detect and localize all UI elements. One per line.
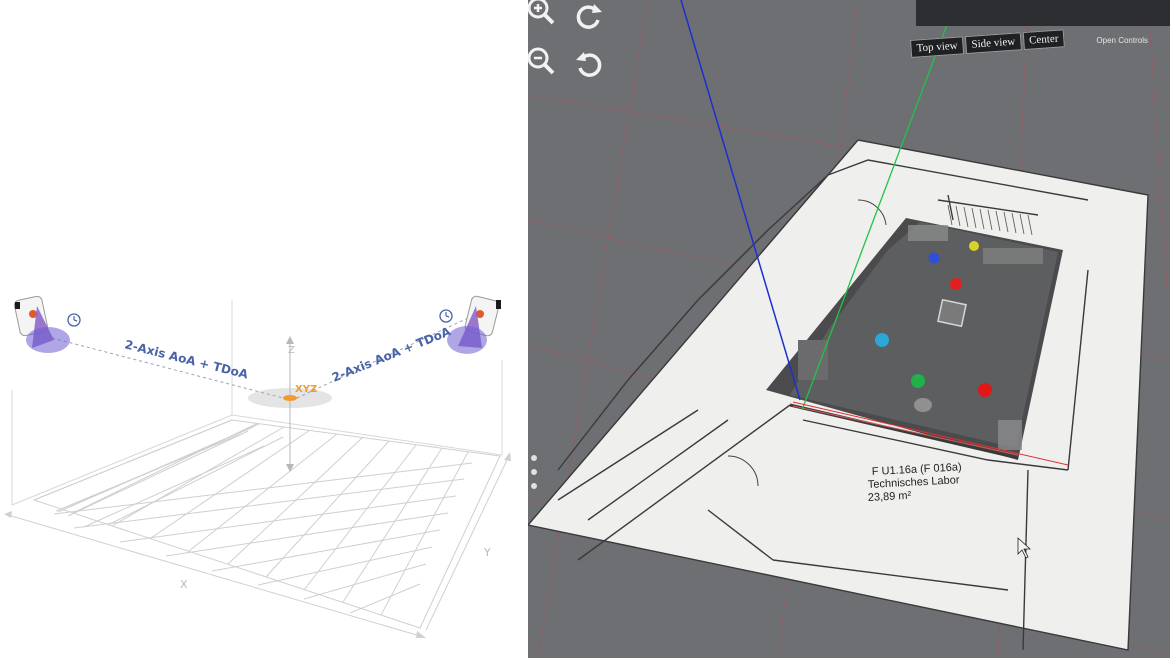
top-view-button[interactable]: Top view bbox=[910, 36, 965, 58]
diagram-canvas: X Y Z XYZ 2-Axis AoA + TDoA 2-Axis AoA +… bbox=[4, 295, 511, 638]
center-button[interactable]: Center bbox=[1022, 29, 1066, 51]
x-axis-arrowhead-left bbox=[4, 511, 12, 518]
marker-yellow bbox=[969, 241, 979, 251]
rotate-ccw-icon[interactable] bbox=[572, 48, 606, 82]
z-axis-label: Z bbox=[288, 345, 295, 356]
marker-red-bottom bbox=[978, 383, 992, 397]
floor-edge-right bbox=[231, 414, 503, 456]
y-axis-arrowhead bbox=[504, 452, 511, 461]
y-axis-arrow bbox=[425, 457, 509, 631]
left-clock-icon bbox=[67, 313, 81, 327]
marker-green bbox=[911, 374, 925, 388]
target-label: XYZ bbox=[295, 384, 317, 395]
target-point bbox=[283, 395, 297, 401]
z-axis-arrowhead-top bbox=[286, 336, 294, 344]
right-link-label: 2-Axis AoA + TDoA bbox=[330, 324, 453, 385]
x-axis-label: X bbox=[180, 578, 188, 591]
side-menu-handle[interactable] bbox=[528, 448, 542, 504]
left-link-label: 2-Axis AoA + TDoA bbox=[123, 337, 250, 381]
marker-red-top bbox=[950, 278, 962, 290]
floor-grid bbox=[32, 419, 501, 629]
x-axis-arrow bbox=[7, 514, 421, 637]
rotate-cw-icon[interactable] bbox=[572, 0, 606, 34]
3d-viewer[interactable]: F U1.16a (F 016a) Technisches Labor 23,8… bbox=[528, 0, 1170, 658]
zoom-out-icon[interactable] bbox=[528, 44, 558, 78]
room-label-line3: 23,89 m² bbox=[868, 490, 912, 504]
controls-topbar bbox=[916, 0, 1170, 26]
marker-blue bbox=[928, 252, 940, 264]
left-anchor-device bbox=[13, 295, 70, 353]
localization-diagram: X Y Z XYZ 2-Axis AoA + TDoA 2-Axis AoA +… bbox=[0, 0, 528, 658]
floor-edge-left bbox=[11, 414, 233, 506]
zoom-in-icon[interactable] bbox=[528, 0, 558, 28]
open-controls-link[interactable]: Open Controls bbox=[1096, 36, 1148, 45]
right-clock-icon bbox=[439, 309, 453, 323]
viewer-canvas[interactable]: F U1.16a (F 016a) Technisches Labor 23,8… bbox=[528, 0, 1170, 658]
y-axis-label: Y bbox=[483, 546, 491, 559]
marker-cyan bbox=[875, 333, 889, 347]
x-axis-arrowhead-right bbox=[416, 631, 426, 638]
z-axis-arrowhead-bottom bbox=[286, 464, 294, 472]
